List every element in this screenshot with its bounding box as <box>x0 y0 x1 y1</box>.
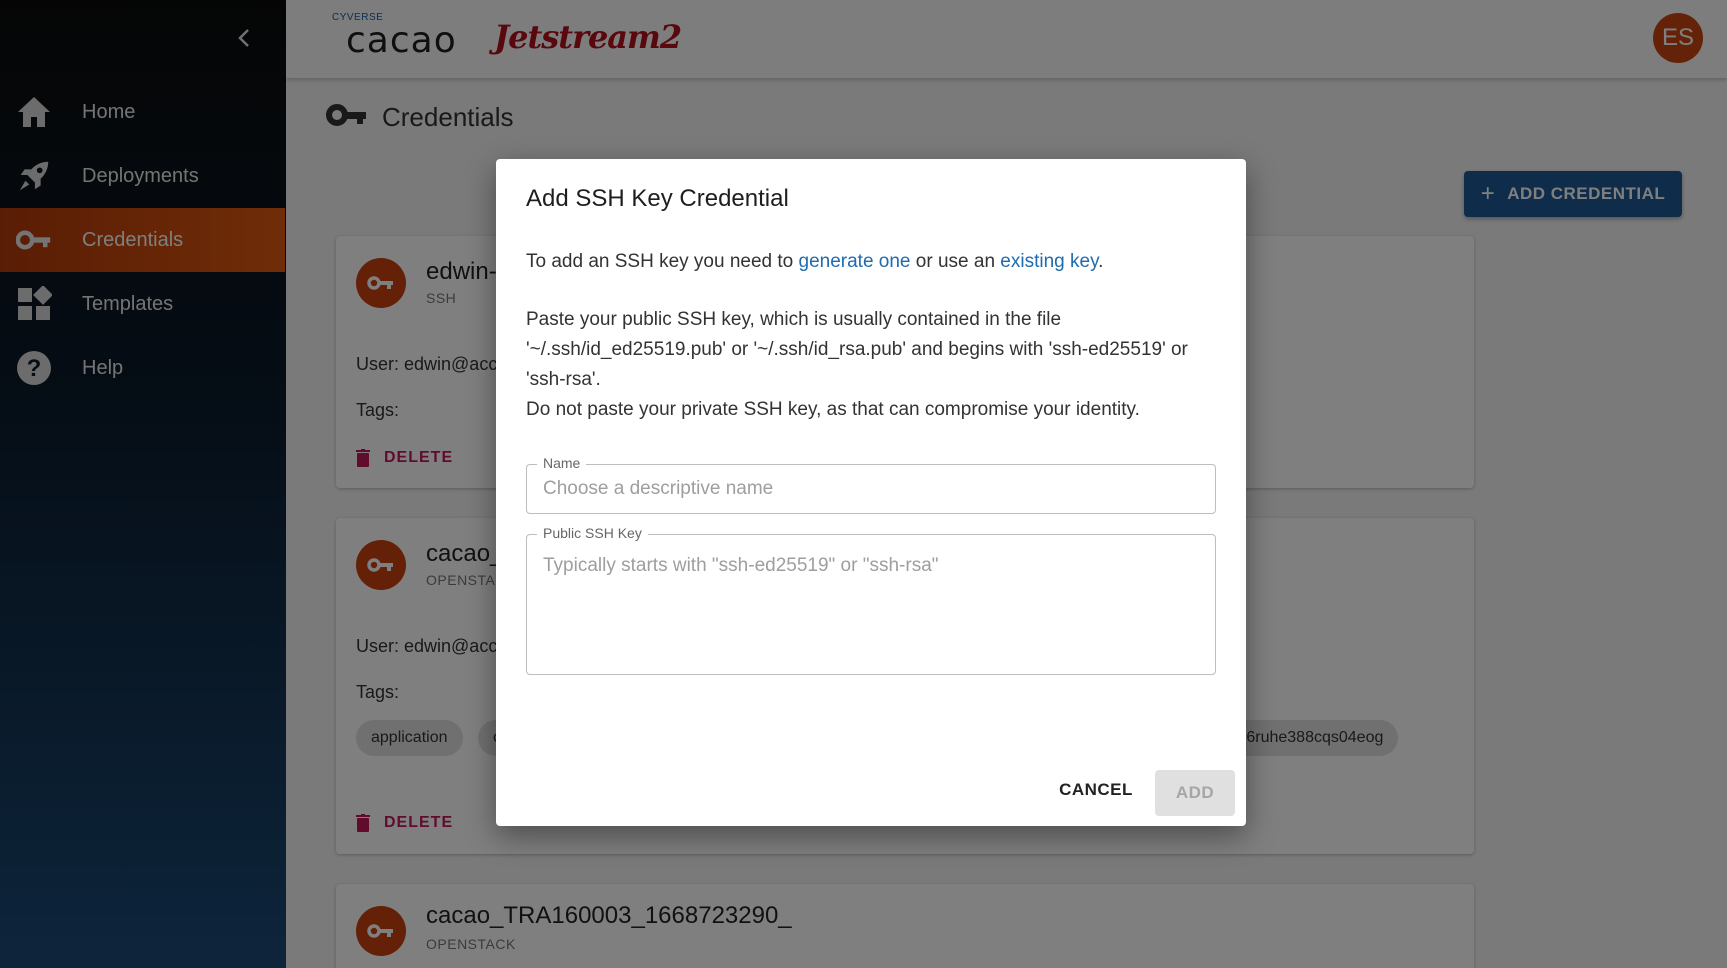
dialog-title: Add SSH Key Credential <box>526 185 789 212</box>
public-key-field: Public SSH Key <box>526 525 1216 675</box>
name-input[interactable] <box>527 465 1215 513</box>
instructions-paragraph: Paste your public SSH key, which is usua… <box>526 309 1188 390</box>
name-field: Name <box>526 455 1216 514</box>
dialog-intro: To add an SSH key you need to generate o… <box>526 251 1103 273</box>
generate-key-link[interactable]: generate one <box>799 251 911 272</box>
public-key-field-label: Public SSH Key <box>537 525 648 541</box>
add-ssh-key-dialog: Add SSH Key Credential To add an SSH key… <box>496 159 1246 826</box>
intro-middle: or use an <box>910 251 1001 272</box>
existing-key-link[interactable]: existing key <box>1000 251 1098 272</box>
private-key-warning: Do not paste your private SSH key, as th… <box>526 399 1140 420</box>
public-key-textarea[interactable] <box>527 535 1215 674</box>
intro-prefix: To add an SSH key you need to <box>526 251 799 272</box>
cancel-button[interactable]: CANCEL <box>1048 770 1144 810</box>
name-field-label: Name <box>537 455 587 471</box>
dialog-instructions: Paste your public SSH key, which is usua… <box>526 305 1216 425</box>
add-button[interactable]: ADD <box>1155 770 1235 816</box>
intro-suffix: . <box>1098 251 1104 272</box>
